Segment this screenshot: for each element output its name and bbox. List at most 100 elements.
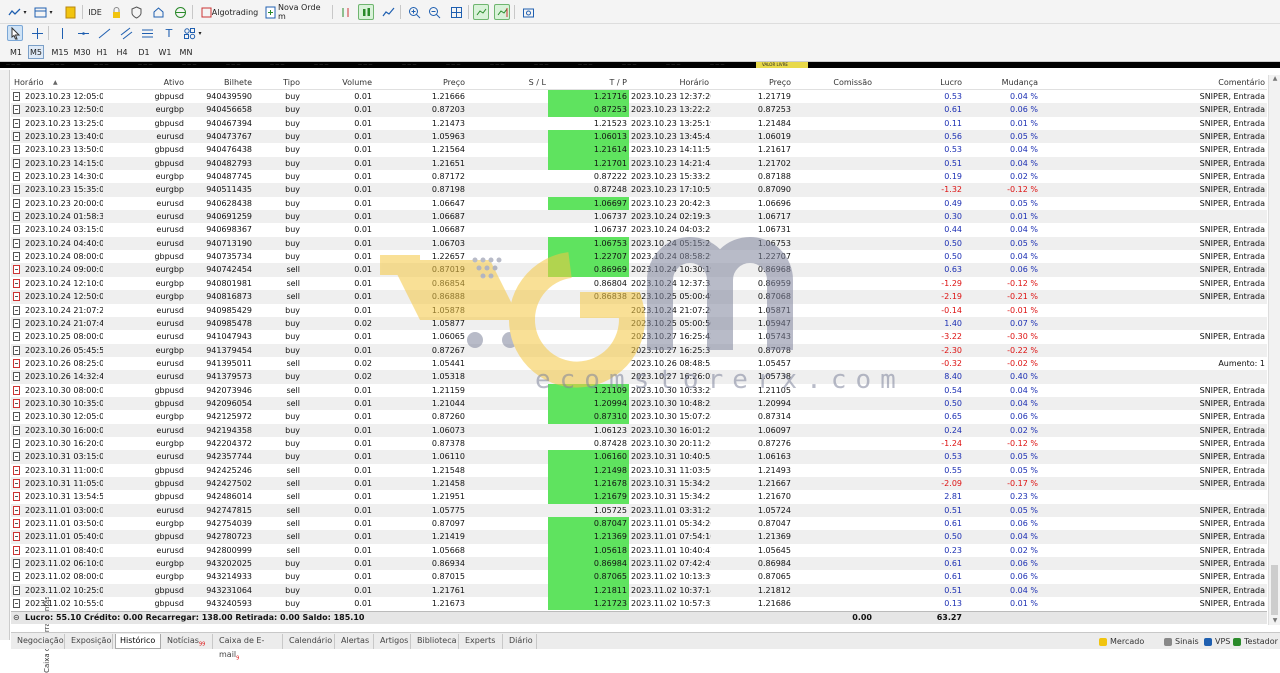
column-header-price[interactable]: Preço	[374, 75, 467, 89]
column-header-profit[interactable]: Lucro	[874, 75, 964, 89]
timeframe-m15[interactable]: M15	[50, 45, 70, 59]
horizontal-line-icon[interactable]	[75, 25, 91, 41]
line-chart-icon[interactable]	[380, 4, 396, 20]
table-row[interactable]: 2023.10.31 03:15:02 eurusd 942357744 buy 0.0…	[11, 450, 1267, 464]
timeframe-m30[interactable]: M30	[72, 45, 92, 59]
table-row[interactable]: 2023.11.02 10:25:02 gbpusd 943231064 buy 0.0…	[11, 583, 1267, 598]
status-market[interactable]: Mercado	[1099, 634, 1144, 649]
table-row[interactable]: 2023.10.24 03:15:02 eurusd 940698367 buy 0.0…	[11, 223, 1267, 236]
table-row[interactable]: 2023.10.23 12:50:02 eurgbp 940456658 buy 0.0…	[11, 103, 1267, 117]
status-vps[interactable]: VPS	[1204, 634, 1230, 649]
table-row[interactable]: 2023.10.26 08:25:04 eurusd 941395011 sell 0.…	[11, 357, 1267, 370]
chevron-down-icon[interactable]: ▾	[48, 4, 54, 20]
zoom-in-icon[interactable]	[406, 4, 422, 20]
tile-windows-icon[interactable]	[448, 4, 464, 20]
table-row[interactable]: 2023.10.31 11:05:03 gbpusd 942427502 sell 0.…	[11, 476, 1267, 491]
tab-negocia-o[interactable]: Negociação	[13, 634, 65, 649]
toolbox-side-panel[interactable]: Caixa de Ferramentas	[0, 70, 51, 673]
tab-exposi-o[interactable]: Exposição	[67, 634, 113, 649]
algotrading-button[interactable]: Algotrading	[212, 4, 258, 20]
tab-experts[interactable]: Experts	[461, 634, 503, 649]
scroll-up-icon[interactable]: ▲	[1269, 75, 1280, 83]
equidistant-channel-icon[interactable]	[118, 25, 134, 41]
table-row[interactable]: 2023.10.30 08:00:03 gbpusd 942073946 sell 0.…	[11, 383, 1267, 397]
crosshair-icon[interactable]	[29, 25, 45, 41]
tab-artigos[interactable]: Artigos	[376, 634, 411, 649]
timeframe-mn[interactable]: MN	[178, 45, 194, 59]
scroll-down-icon[interactable]: ▼	[1269, 617, 1280, 625]
autoscroll-icon[interactable]	[473, 4, 489, 20]
column-header-commission[interactable]: Comissão	[793, 75, 874, 89]
chevron-down-icon[interactable]: ▾	[22, 4, 28, 20]
tab-biblioteca[interactable]: Biblioteca	[413, 634, 459, 649]
column-header-sl[interactable]: S / L	[467, 75, 548, 89]
table-row[interactable]: 2023.10.23 15:35:02 eurgbp 940511435 buy 0.0…	[11, 183, 1267, 197]
new-order-button[interactable]: Nova Orde m	[278, 3, 328, 21]
timeframe-h4[interactable]: H4	[114, 45, 130, 59]
table-row[interactable]: 2023.11.02 08:00:02 eurgbp 943214933 buy 0.0…	[11, 570, 1267, 584]
table-row[interactable]: 2023.10.31 11:00:03 gbpusd 942425246 sell 0.…	[11, 463, 1267, 477]
table-row[interactable]: 2023.10.24 12:10:02 eurgbp 940801981 sell 0.…	[11, 277, 1267, 290]
text-tool-icon[interactable]: T	[161, 25, 177, 41]
column-header-type[interactable]: Tipo	[254, 75, 302, 89]
table-row[interactable]: 2023.10.23 14:30:03 eurgbp 940487745 buy 0.0…	[11, 170, 1267, 183]
table-row[interactable]: 2023.10.23 12:05:03 gbpusd 940439590 buy 0.0…	[11, 90, 1267, 104]
timeframe-d1[interactable]: D1	[136, 45, 152, 59]
table-row[interactable]: 2023.10.23 13:40:03 eurusd 940473767 buy 0.0…	[11, 130, 1267, 144]
timeframe-m5[interactable]: M5	[28, 45, 44, 59]
vertical-scrollbar[interactable]: ▲ ▼	[1268, 75, 1280, 625]
screenshot-icon[interactable]	[520, 4, 536, 20]
table-row[interactable]: 2023.10.30 12:05:02 eurgbp 942125972 buy 0.0…	[11, 410, 1267, 424]
table-row[interactable]: 2023.10.26 14:32:43 eurusd 941379573 buy 0.0…	[11, 370, 1267, 384]
table-row[interactable]: 2023.10.23 14:15:02 gbpusd 940482793 buy 0.0…	[11, 156, 1267, 171]
fibonacci-icon[interactable]	[139, 25, 155, 41]
trendline-icon[interactable]	[96, 25, 112, 41]
timeframe-m1[interactable]: M1	[8, 45, 24, 59]
table-row[interactable]: 2023.10.30 10:35:02 gbpusd 942096054 sell 0.…	[11, 396, 1267, 411]
chart-type-icon[interactable]	[6, 4, 22, 20]
table-row[interactable]: 2023.10.24 04:40:03 eurusd 940713190 buy 0.0…	[11, 236, 1267, 251]
cursor-icon[interactable]	[7, 25, 23, 41]
save-icon[interactable]	[62, 4, 78, 20]
chart-shift-icon[interactable]	[494, 4, 510, 20]
collapse-icon[interactable]: ⊝	[11, 612, 21, 624]
column-header-change[interactable]: Mudança	[964, 75, 1040, 89]
table-row[interactable]: 2023.10.24 08:00:03 gbpusd 940735734 buy 0.0…	[11, 250, 1267, 264]
status-signals[interactable]: Sinais	[1164, 634, 1199, 649]
column-header-close-price[interactable]: Preço	[711, 75, 793, 89]
table-row[interactable]: 2023.10.30 16:20:02 eurgbp 942204372 buy 0.0…	[11, 437, 1267, 450]
table-row[interactable]: 2023.10.23 13:50:04 gbpusd 940476438 buy 0.0…	[11, 143, 1267, 157]
status-tester[interactable]: Testador	[1233, 634, 1278, 649]
table-row[interactable]: 2023.10.23 13:25:02 gbpusd 940467394 buy 0.0…	[11, 117, 1267, 130]
column-header-symbol[interactable]: Ativo	[101, 75, 186, 89]
table-row[interactable]: 2023.11.01 03:00:02 eurusd 942747815 sell 0.…	[11, 503, 1267, 517]
depth-icon[interactable]	[337, 4, 353, 20]
candles-icon[interactable]	[358, 4, 374, 20]
shapes-icon[interactable]	[181, 25, 197, 41]
column-header-comment[interactable]: Comentário	[1040, 75, 1267, 89]
vertical-line-icon[interactable]	[54, 25, 70, 41]
table-row[interactable]: 2023.11.02 06:10:03 eurgbp 943202025 buy 0.0…	[11, 557, 1267, 571]
column-header-volume[interactable]: Volume	[302, 75, 374, 89]
timeframe-w1[interactable]: W1	[157, 45, 173, 59]
zoom-out-icon[interactable]	[426, 4, 442, 20]
table-row[interactable]: 2023.11.01 05:40:03 gbpusd 942780723 sell 0.…	[11, 530, 1267, 544]
table-row[interactable]: 2023.10.31 13:54:53 gbpusd 942486014 sell 0.…	[11, 490, 1267, 504]
table-row[interactable]: 2023.10.23 20:00:02 eurusd 940628438 buy 0.0…	[11, 196, 1267, 211]
scroll-thumb[interactable]	[1271, 565, 1278, 615]
tab-caixa-de-e-mail[interactable]: Caixa de E-mail9	[215, 634, 283, 662]
profiles-icon[interactable]	[32, 4, 48, 20]
table-row[interactable]: 2023.10.24 09:00:02 eurgbp 940742454 sell 0.…	[11, 263, 1267, 277]
globe-icon[interactable]	[172, 4, 188, 20]
table-row[interactable]: 2023.11.01 08:40:02 eurusd 942800999 sell 0.…	[11, 543, 1267, 558]
column-header-close-time[interactable]: Horário	[629, 75, 711, 89]
table-row[interactable]: 2023.10.25 08:00:02 eurusd 941047943 buy 0.0…	[11, 330, 1267, 343]
shield-icon[interactable]	[128, 4, 144, 20]
table-row[interactable]: 2023.11.01 03:50:02 eurgbp 942754039 sell 0.…	[11, 517, 1267, 531]
ide-button[interactable]: IDE	[86, 4, 104, 20]
market-icon[interactable]	[150, 4, 166, 20]
tab-not-cias[interactable]: Notícias99	[163, 634, 213, 649]
tab-di-rio[interactable]: Diário	[505, 634, 537, 649]
table-row[interactable]: 2023.10.24 01:58:36 eurusd 940691259 buy 0.0…	[11, 210, 1267, 224]
tab-alertas[interactable]: Alertas	[337, 634, 374, 649]
